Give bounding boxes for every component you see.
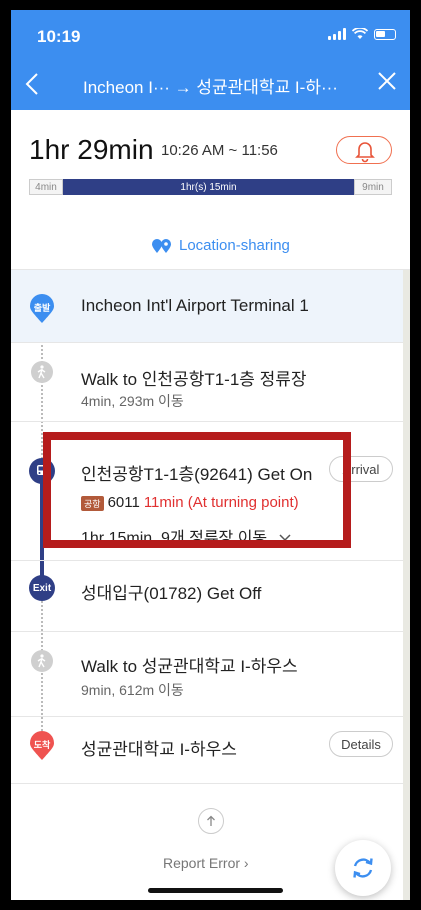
depart-text: Incheon Int'l Airport Terminal 1 [81,296,309,315]
home-indicator [148,888,283,893]
time-range: 10:26 AM ~ 11:56 [161,142,278,159]
close-icon [378,72,396,90]
location-share-icon [152,238,171,253]
status-icons [328,28,396,40]
refresh-icon [353,858,373,878]
report-error-link[interactable]: Report Error › [163,855,249,871]
step-exit[interactable]: Exit 성대입구(01782) Get Off [11,561,410,631]
arrive-text: 성균관대학교 I-하우스 [81,740,237,759]
refresh-button[interactable] [335,840,391,896]
divider [11,783,410,784]
wifi-icon [352,28,368,39]
step-arrive[interactable]: 도착 성균관대학교 I-하우스 Details [11,717,410,783]
battery-icon [374,28,396,40]
depart-badge: 출발 [33,302,51,313]
scroll-top-button[interactable] [198,808,224,834]
step-walk-1[interactable]: Walk to 인천공항T1-1층 정류장 4min, 293m 이동 [11,343,410,421]
arrive-badge: 도착 [33,739,51,750]
location-sharing-button[interactable]: Location-sharing [151,237,290,254]
details-button[interactable]: Details [329,731,393,757]
segment-bus: 1hr(s) 15min [63,179,354,195]
total-duration: 1hr 29min [29,134,154,165]
step-depart[interactable]: 출발 Incheon Int'l Airport Terminal 1 [11,270,410,342]
segment-walk-start: 4min [29,179,63,195]
arrow-up-icon [207,815,215,826]
highlight-box [43,432,351,548]
walk-1-sub: 4min, 293m 이동 [81,393,184,409]
bell-icon [355,142,375,163]
segment-walk-end: 9min [354,179,392,195]
route-title: Incheon I··· → 성균관대학교 I-하··· [83,78,338,97]
walk-1-text: Walk to 인천공항T1-1층 정류장 [81,370,307,389]
route-detail-screen: 10:19 Incheon I··· → 성균관대학교 I-하··· 1hr 2… [11,10,410,900]
signal-icon [328,28,346,40]
walk-2-text: Walk to 성균관대학교 I-하우스 [81,657,298,676]
exit-text: 성대입구(01782) Get Off [81,584,262,603]
location-sharing-label: Location-sharing [179,237,290,254]
walk-icon [31,650,53,672]
walk-2-sub: 9min, 612m 이동 [81,682,184,698]
close-button[interactable] [376,70,410,100]
segment-bar: 4min 1hr(s) 15min 9min [29,179,392,195]
alarm-button[interactable] [336,136,392,164]
map-peek [403,270,410,900]
back-button[interactable] [25,72,39,100]
status-time: 10:19 [37,27,81,46]
step-walk-2[interactable]: Walk to 성균관대학교 I-하우스 9min, 612m 이동 [11,632,410,716]
chevron-left-icon [25,73,38,95]
header-bar: 10:19 Incheon I··· → 성균관대학교 I-하··· [11,10,410,110]
walk-icon [31,361,53,383]
exit-badge: Exit [29,575,55,601]
